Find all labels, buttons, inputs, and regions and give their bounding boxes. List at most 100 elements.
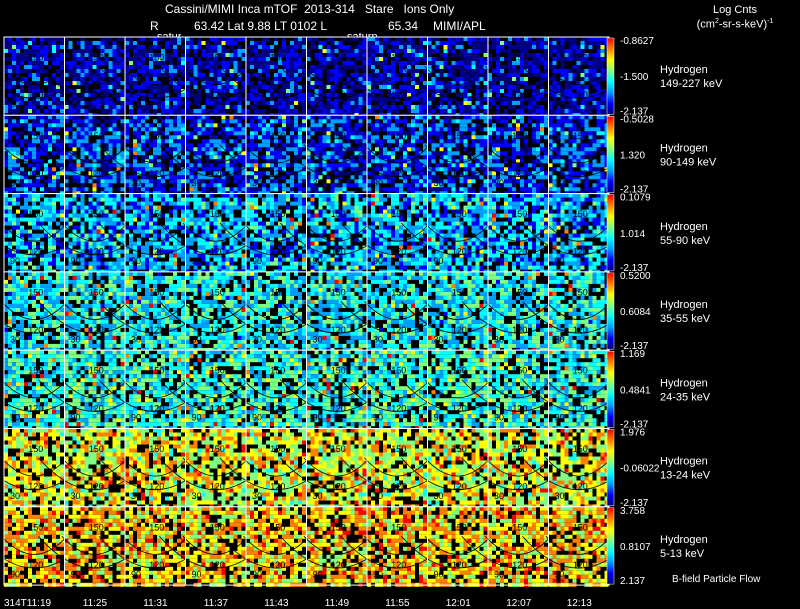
pixel-cell <box>129 115 133 120</box>
pixel-cell <box>544 37 548 41</box>
pixel-cell <box>479 41 484 45</box>
pixel-cell <box>556 109 561 113</box>
pixel-cell <box>475 115 480 120</box>
pixel-cell <box>20 37 24 41</box>
pixel-cell <box>350 85 355 89</box>
pixel-cell <box>367 65 371 69</box>
pixel-cell <box>504 65 508 69</box>
pixel-cell <box>217 85 222 89</box>
pixel-cell <box>322 143 327 148</box>
pixel-cell <box>221 179 226 184</box>
pixel-cell <box>403 151 407 156</box>
pixel-cell <box>423 41 427 45</box>
pixel-cell <box>181 131 185 136</box>
pixel-cell <box>322 131 327 136</box>
pixel-cell <box>564 147 569 152</box>
pixel-cell <box>32 123 36 128</box>
pixel-cell <box>423 97 427 101</box>
pixel-cell <box>371 61 375 65</box>
pixel-cell <box>217 101 222 105</box>
pixel-cell <box>278 109 282 113</box>
pixel-cell <box>580 105 585 109</box>
pixel-cell <box>467 85 472 89</box>
pixel-cell <box>346 147 351 152</box>
pixel-cell <box>137 139 141 144</box>
pixel-cell <box>84 179 89 184</box>
pixel-cell <box>520 41 524 45</box>
pixel-cell <box>221 45 226 49</box>
pixel-cell <box>330 115 335 120</box>
pixel-cell <box>403 183 407 188</box>
pixel-cell <box>44 131 48 136</box>
pixel-cell <box>84 41 89 45</box>
pixel-cell <box>60 233 64 238</box>
pixel-cell <box>528 101 532 105</box>
pixel-cell <box>104 101 109 105</box>
pixel-cell <box>4 205 8 210</box>
pixel-cell <box>270 163 274 168</box>
pixel-cell <box>254 89 258 93</box>
pixel-cell <box>411 123 415 128</box>
pixel-cell <box>262 115 266 120</box>
pixel-cell <box>447 163 452 168</box>
pixel-cell <box>36 163 40 168</box>
pixel-cell <box>108 119 113 124</box>
pixel-cell <box>584 37 589 41</box>
pixel-cell <box>233 131 238 136</box>
pixel-cell <box>306 183 311 188</box>
pixel-cell <box>475 69 480 73</box>
pixel-cell <box>471 167 476 172</box>
pixel-cell <box>254 45 258 49</box>
pixel-cell <box>338 187 343 192</box>
pixel-cell <box>379 45 383 49</box>
pixel-cell <box>237 183 242 188</box>
pixel-cell <box>52 105 56 109</box>
pixel-cell <box>197 163 202 168</box>
pixel-cell <box>443 167 448 172</box>
pixel-cell <box>193 159 198 164</box>
pixel-cell <box>536 45 540 49</box>
pixel-cell <box>20 167 24 172</box>
pixel-cell <box>36 77 40 81</box>
pixel-cell <box>201 175 206 180</box>
pixel-cell <box>520 119 524 124</box>
pixel-cell <box>383 135 387 140</box>
pixel-cell <box>48 175 52 180</box>
pixel-cell <box>592 135 597 140</box>
pixel-cell <box>516 37 520 41</box>
pixel-cell <box>596 81 601 85</box>
pixel-cell <box>254 135 258 140</box>
pixel-cell <box>28 147 32 152</box>
pixel-cell <box>334 147 339 152</box>
pixel-cell <box>310 143 315 148</box>
pixel-cell <box>375 89 379 93</box>
pixel-cell <box>185 65 190 69</box>
pixel-cell <box>423 127 427 132</box>
pixel-cell <box>488 127 492 132</box>
pixel-cell <box>528 147 532 152</box>
pixel-cell <box>173 139 177 144</box>
pixel-cell <box>544 123 548 128</box>
pixel-cell <box>600 41 605 45</box>
pixel-cell <box>504 123 508 128</box>
pixel-cell <box>80 175 85 180</box>
pixel-cell <box>237 105 242 109</box>
pixel-cell <box>576 85 581 89</box>
pixel-cell <box>270 183 274 188</box>
pixel-cell <box>427 171 432 176</box>
pixel-cell <box>116 97 121 101</box>
pixel-cell <box>153 109 157 113</box>
pixel-cell <box>193 131 198 136</box>
pixel-cell <box>463 73 468 77</box>
pixel-cell <box>584 123 589 128</box>
pixel-cell <box>459 77 464 81</box>
pixel-cell <box>92 41 97 45</box>
pixel-cell <box>383 179 387 184</box>
pixel-cell <box>169 37 173 41</box>
pixel-cell <box>596 179 601 184</box>
pixel-cell <box>209 37 214 41</box>
pixel-cell <box>241 109 246 113</box>
pixel-cell <box>318 41 323 45</box>
pixel-cell <box>350 127 355 132</box>
pixel-cell <box>536 89 540 93</box>
